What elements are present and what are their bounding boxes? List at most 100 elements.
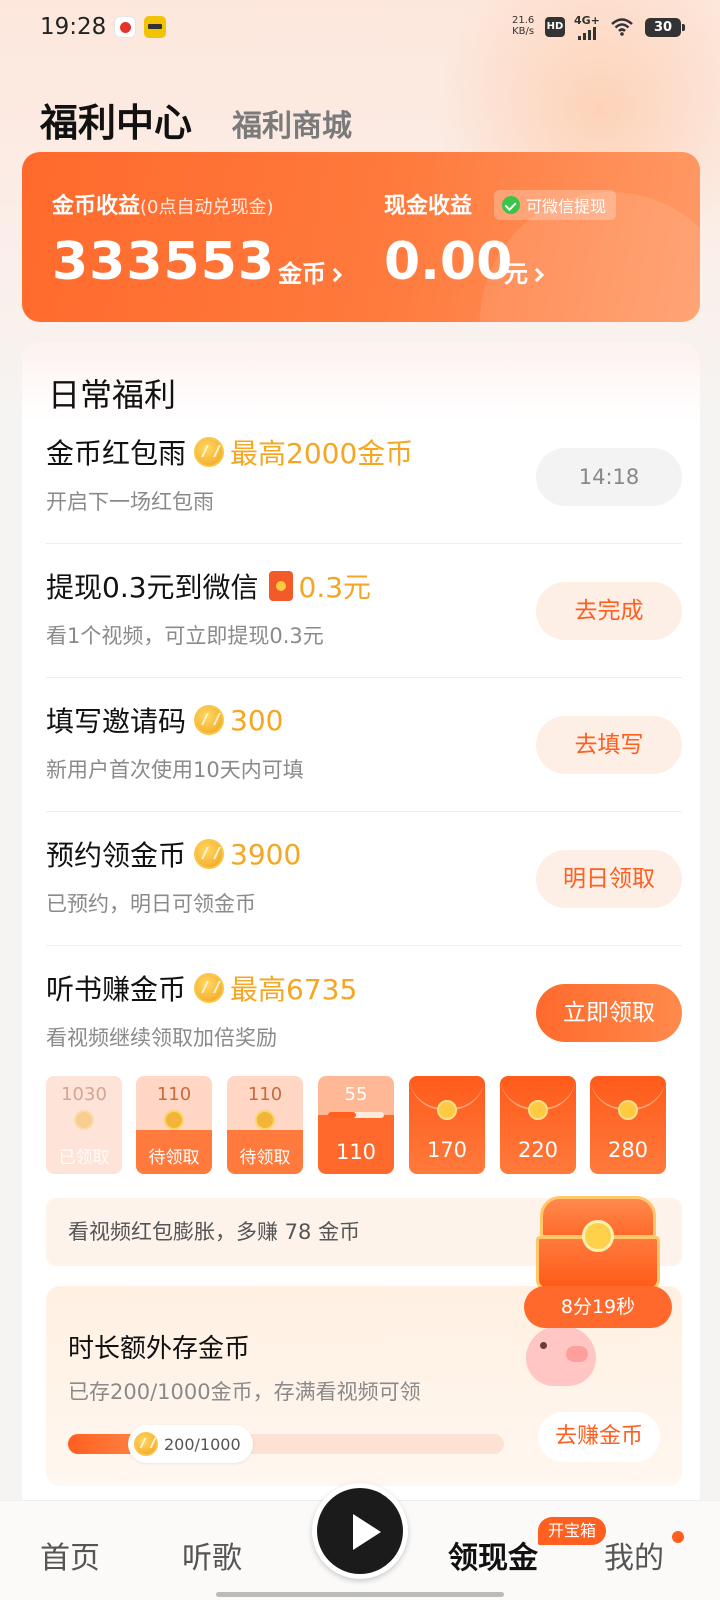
signal-bars-icon [578,27,596,40]
envelope-seal-icon [528,1100,548,1120]
task-subtitle: 看视频继续领取加倍奖励 [46,1026,277,1050]
task-reserve-coins: 预约领金币 3900 已预约，明日可领金币 明日领取 [46,812,682,946]
coin-icon [194,705,225,735]
coin-balance-link[interactable]: 金币 [278,254,343,289]
storage-subtitle: 已存200/1000金币，存满看视频可领 [68,1380,421,1404]
task-title: 预约领金币 3900 [46,834,301,874]
coin-icon [164,1110,184,1130]
open-chest-badge: 开宝箱 [538,1517,607,1545]
chevron-right-icon [327,267,343,283]
claim-tomorrow-button[interactable]: 明日领取 [536,850,682,908]
coin-icon [255,1110,275,1130]
task-reward: 最高6735 [230,973,358,1006]
wifi-icon [611,18,633,36]
task-title: 填写邀请码 300 [46,700,283,740]
reward-envelope-locked[interactable]: 280 [590,1076,666,1174]
envelope-label: 280 [607,1138,649,1162]
cash-balance[interactable]: 0.00 [384,232,512,292]
envelope-amount: 1030 [61,1084,107,1105]
task-title-text: 预约领金币 [46,839,187,872]
storage-title: 时长额外存金币 [68,1334,251,1364]
claim-now-button[interactable]: 立即领取 [536,984,682,1042]
task-reward: 300 [230,703,284,737]
task-invite-code: 填写邀请码 300 新用户首次使用10天内可填 去填写 [46,678,682,812]
tab-welfare-mall[interactable]: 福利商城 [232,101,352,145]
complete-button[interactable]: 去完成 [536,582,682,640]
coin-icon [194,437,225,467]
tab-welfare-center[interactable]: 福利中心 [40,92,192,147]
cash-balance-link[interactable]: 元 [504,254,545,289]
task-subtitle: 开启下一场红包雨 [46,490,214,514]
bottom-nav: 首页 听歌 领现金 开宝箱 我的 [0,1483,720,1600]
reward-envelope[interactable]: 110 待领取 [227,1076,303,1174]
reward-envelope-locked[interactable]: 170 [409,1076,485,1174]
nav-cash[interactable]: 领现金 [448,1533,538,1577]
header-tabs: 福利中心 福利商城 [40,92,352,147]
envelope-label: 待领取 [148,1148,200,1168]
countdown-button[interactable]: 14:18 [536,448,682,506]
nav-mine[interactable]: 我的 [604,1533,664,1577]
task-title-text: 填写邀请码 [46,705,187,738]
coin-earnings-title: 金币收益(0点自动兑现金) [52,188,274,220]
envelope-label: 220 [517,1138,559,1162]
earnings-card: 金币收益(0点自动兑现金) 333553 金币 现金收益 可微信提现 0.00 … [22,152,700,322]
coin-icon [74,1110,94,1130]
envelope-amount: 110 [156,1084,192,1105]
network-speed: 21.6 KB/s [512,15,534,37]
reward-envelope-current[interactable]: 55 110 [318,1076,394,1174]
wechat-check-icon [502,196,520,214]
piggy-bank-icon [526,1326,596,1386]
task-red-packet-rain: 金币红包雨 最高2000金币 开启下一场红包雨 14:18 [46,410,682,544]
envelope-amount: 110 [247,1084,283,1105]
envelope-label: 110 [335,1140,377,1164]
task-listen-earn: 听书赚金币 最高6735 看视频继续领取加倍奖励 立即领取 [46,946,682,1066]
network-speed-value: 21.6 [512,15,535,26]
envelope-label: 待领取 [239,1148,291,1168]
chest-lock-icon [582,1220,614,1252]
cash-earnings-title: 现金收益 [384,194,473,219]
fill-in-button[interactable]: 去填写 [536,716,682,774]
home-indicator[interactable] [216,1592,504,1597]
status-bar: 19:28 21.6 KB/s HD 4G+ 30 [0,0,720,56]
envelope-progress-bar [328,1112,384,1118]
storage-progress-pill: 200/1000 [128,1425,253,1463]
task-reward: 3900 [230,837,302,871]
red-packet-icon [268,571,293,601]
reward-envelope-locked[interactable]: 220 [500,1076,576,1174]
envelope-progress-fill [328,1112,356,1118]
coin-icon [194,973,225,1003]
signal-type: 4G+ [574,14,600,27]
nav-songs[interactable]: 听歌 [182,1533,242,1577]
wechat-withdraw-label: 可微信提现 [526,197,607,216]
coin-earnings-note: (0点自动兑现金) [140,197,274,218]
task-reward: 最高2000金币 [230,437,414,470]
wechat-withdraw-badge: 可微信提现 [494,190,617,220]
video-boost-text: 看视频红包膨胀，多赚 78 金币 [68,1220,361,1244]
chest-timer[interactable]: 8分19秒 [524,1286,672,1328]
task-title: 提现0.3元到微信 0.3元 [46,566,371,606]
chevron-right-icon [529,267,545,283]
play-icon[interactable] [312,1483,408,1579]
reward-envelope[interactable]: 1030 已领取 [46,1076,122,1174]
storage-progress-text: 200/1000 [164,1434,241,1454]
task-withdraw-wechat: 提现0.3元到微信 0.3元 看1个视频，可立即提现0.3元 去完成 [46,544,682,678]
task-reward: 0.3元 [298,571,372,604]
battery-icon: 30 [645,18,685,37]
task-title-text: 听书赚金币 [46,973,187,1006]
earn-coins-button[interactable]: 去赚金币 [538,1412,660,1462]
notification-app-icon-2 [144,16,166,38]
coin-earnings-label: 金币收益 [52,194,141,219]
task-title-text: 提现0.3元到微信 [46,571,259,604]
storage-progress-bar: 200/1000 [68,1425,504,1463]
envelope-label: 已领取 [58,1148,110,1168]
reward-envelope[interactable]: 110 待领取 [136,1076,212,1174]
task-subtitle: 新用户首次使用10天内可填 [46,758,304,782]
notification-dot [672,1531,684,1543]
coin-icon [194,839,225,869]
envelope-amount: 55 [344,1084,368,1105]
nav-home[interactable]: 首页 [40,1533,100,1577]
treasure-chest-icon[interactable] [536,1196,660,1294]
coin-balance[interactable]: 333553 [52,232,275,292]
task-subtitle: 已预约，明日可领金币 [46,892,256,916]
listening-rewards-row: 1030 已领取 110 待领取 110 待领取 55 110 170 220 [46,1076,682,1176]
